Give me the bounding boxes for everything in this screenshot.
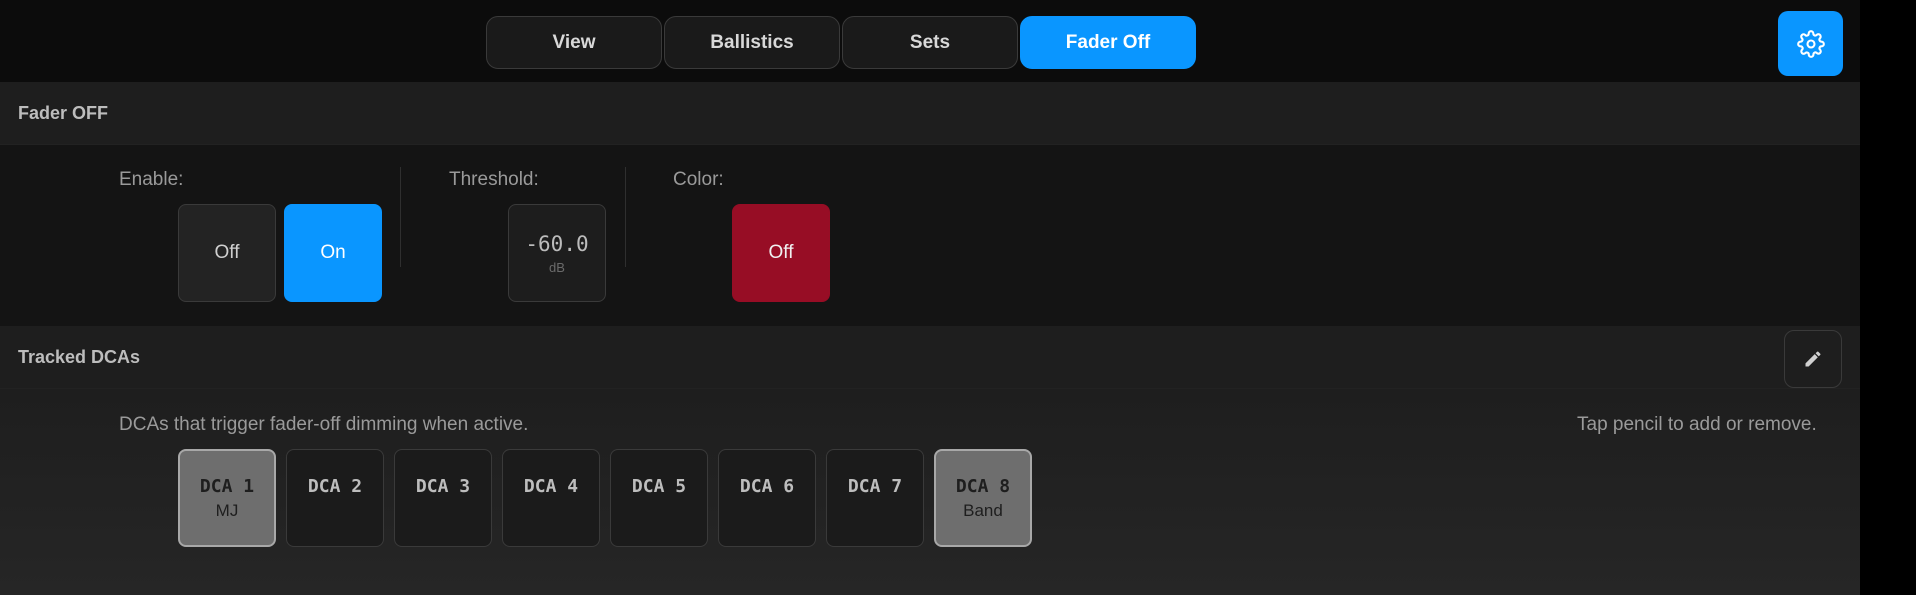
fader-off-header: Fader OFF: [0, 82, 1860, 145]
gear-icon: [1796, 29, 1825, 58]
dca-sublabel: MJ: [215, 500, 239, 520]
dca-name: DCA 7: [847, 475, 903, 497]
dca-sublabel: Band: [963, 500, 1003, 520]
dca-button-1[interactable]: DCA 1 MJ: [178, 449, 276, 547]
enable-label: Enable:: [119, 169, 184, 190]
dca-button-8[interactable]: DCA 8 Band: [934, 449, 1032, 547]
dca-button-2[interactable]: DCA 2: [286, 449, 384, 547]
dca-name: DCA 1: [199, 475, 255, 497]
divider: [400, 167, 401, 267]
tab-view[interactable]: View: [486, 16, 662, 69]
dca-name: DCA 5: [631, 475, 687, 497]
app-window: View Ballistics Sets Fader Off Fader OFF…: [0, 0, 1860, 595]
dca-button-4[interactable]: DCA 4: [502, 449, 600, 547]
dca-name: DCA 4: [523, 475, 579, 497]
divider: [625, 167, 626, 267]
dca-button-5[interactable]: DCA 5: [610, 449, 708, 547]
screen-edge: [1860, 0, 1916, 595]
threshold-value: -60.0: [525, 231, 589, 256]
top-bar: View Ballistics Sets Fader Off: [0, 0, 1860, 83]
threshold-unit: dB: [549, 259, 565, 275]
dca-name: DCA 6: [739, 475, 795, 497]
pencil-icon: [1805, 351, 1821, 367]
settings-button[interactable]: [1778, 11, 1843, 76]
color-label: Color:: [673, 169, 724, 190]
tab-sets[interactable]: Sets: [842, 16, 1018, 69]
edit-dcas-button[interactable]: [1784, 330, 1842, 388]
tracked-dcas-header: Tracked DCAs: [0, 326, 1860, 389]
dca-button-3[interactable]: DCA 3: [394, 449, 492, 547]
dca-name: DCA 3: [415, 475, 471, 497]
fader-off-body: Enable: Off On Threshold: -60.0 dB Color…: [0, 145, 1860, 326]
fader-off-title: Fader OFF: [18, 103, 109, 123]
color-button[interactable]: Off: [732, 204, 830, 302]
threshold-label: Threshold:: [449, 169, 539, 190]
dca-hint: Tap pencil to add or remove.: [1577, 414, 1817, 435]
enable-on-button[interactable]: On: [284, 204, 382, 302]
dca-description: DCAs that trigger fader-off dimming when…: [119, 414, 529, 435]
dca-button-7[interactable]: DCA 7: [826, 449, 924, 547]
dca-name: DCA 8: [955, 475, 1011, 497]
tracked-dcas-title: Tracked DCAs: [18, 347, 141, 367]
tab-fader-off[interactable]: Fader Off: [1020, 16, 1196, 69]
threshold-field[interactable]: -60.0 dB: [508, 204, 606, 302]
dca-name: DCA 2: [307, 475, 363, 497]
tab-ballistics[interactable]: Ballistics: [664, 16, 840, 69]
enable-off-button[interactable]: Off: [178, 204, 276, 302]
dca-button-6[interactable]: DCA 6: [718, 449, 816, 547]
